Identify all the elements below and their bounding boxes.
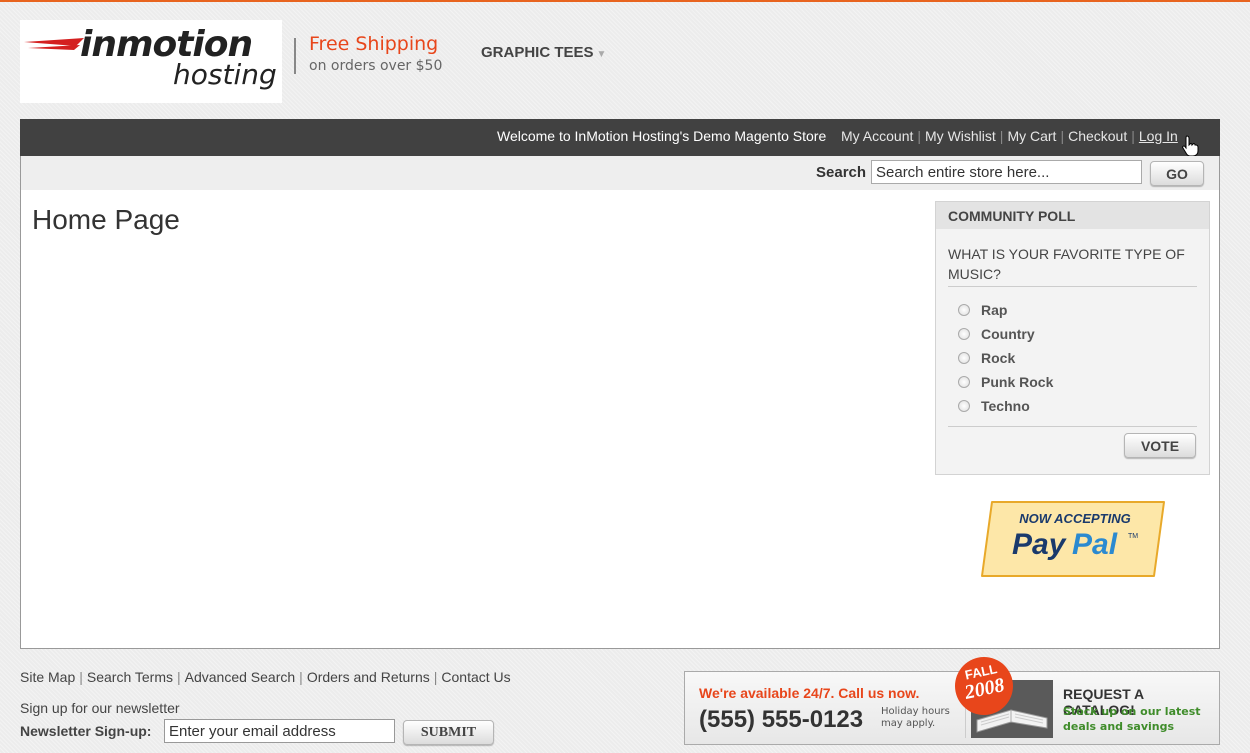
paypal-word-pal: Pal <box>1072 528 1118 561</box>
radio-button[interactable] <box>958 400 970 412</box>
phone-number: (555) 555-0123 <box>699 706 864 733</box>
poll-option[interactable]: Punk Rock <box>958 374 1053 398</box>
availability-text: We're available 24/7. Call us now. <box>699 685 920 701</box>
poll-option[interactable]: Rap <box>958 302 1053 326</box>
orders-returns-link[interactable]: Orders and Returns <box>307 669 430 685</box>
vote-button[interactable]: VOTE <box>1124 433 1196 458</box>
hand-cursor-icon <box>1182 135 1199 157</box>
stock-line-2: deals and savings <box>1063 720 1175 733</box>
newsletter-submit-button[interactable]: SUBMIT <box>403 720 494 745</box>
poll-option[interactable]: Rock <box>958 350 1053 374</box>
paypal-tm: TM <box>1128 533 1138 540</box>
poll-option-label: Rock <box>981 350 1016 366</box>
account-links: My Account | My Wishlist | My Cart | Checkout |… <box>841 128 1178 144</box>
stock-up-text: Stock up on our latest deals and savings <box>1063 704 1201 734</box>
radio-button[interactable] <box>958 328 970 340</box>
divider <box>948 426 1197 427</box>
site-map-link[interactable]: Site Map <box>20 669 75 685</box>
my-wishlist-link[interactable]: My Wishlist <box>925 128 996 144</box>
newsletter-title: Sign up for our newsletter <box>20 700 180 716</box>
poll-heading: COMMUNITY POLL <box>936 202 1209 229</box>
community-poll: COMMUNITY POLL WHAT IS YOUR FAVORITE TYP… <box>935 201 1210 475</box>
nav-graphic-tees-label: GRAPHIC TEES <box>481 44 594 61</box>
account-bar: Welcome to InMotion Hosting's Demo Magen… <box>20 119 1220 156</box>
login-link[interactable]: Log In <box>1139 128 1178 144</box>
newsletter-email-input[interactable] <box>164 719 395 743</box>
paypal-now-accepting: NOW ACCEPTING <box>1019 511 1130 526</box>
footer-links: Site Map | Search Terms | Advanced Search | Or… <box>20 669 511 685</box>
logo-word-hosting: hosting <box>173 58 277 91</box>
holiday-line-1: Holiday hours <box>881 706 950 717</box>
free-shipping-subtitle: on orders over $50 <box>309 58 443 74</box>
my-account-link[interactable]: My Account <box>841 128 913 144</box>
poll-question: WHAT IS YOUR FAVORITE TYPE OF MUSIC? <box>948 246 1185 282</box>
poll-option-label: Country <box>981 326 1035 342</box>
header: inmotion hosting Free Shipping on orders… <box>20 20 1220 104</box>
search-label: Search <box>816 164 867 181</box>
free-shipping-title: Free Shipping <box>309 33 439 55</box>
paypal-word-pay: Pay <box>1012 528 1067 561</box>
holiday-hours-note: Holiday hours may apply. <box>881 706 950 730</box>
my-cart-link[interactable]: My Cart <box>1007 128 1056 144</box>
holiday-line-2: may apply. <box>881 718 936 729</box>
stock-line-1: Stock up on our latest <box>1063 705 1201 718</box>
divider <box>294 38 296 74</box>
radio-button[interactable] <box>958 352 970 364</box>
newsletter-label: Newsletter Sign-up: <box>20 723 152 739</box>
poll-option-label: Rap <box>981 302 1008 318</box>
search-go-button[interactable]: GO <box>1150 161 1204 186</box>
advanced-search-link[interactable]: Advanced Search <box>185 669 296 685</box>
checkout-link[interactable]: Checkout <box>1068 128 1127 144</box>
welcome-message: Welcome to InMotion Hosting's Demo Magen… <box>497 128 827 144</box>
poll-option[interactable]: Techno <box>958 398 1053 422</box>
poll-option-label: Techno <box>981 398 1030 414</box>
divider <box>948 286 1197 287</box>
radio-button[interactable] <box>958 376 970 388</box>
inmotion-logo[interactable]: inmotion hosting <box>20 20 282 103</box>
swoosh-icon <box>24 38 84 50</box>
search-terms-link[interactable]: Search Terms <box>87 669 173 685</box>
main-content: Home Page COMMUNITY POLL WHAT IS YOUR FA… <box>20 190 1220 649</box>
nav-graphic-tees[interactable]: GRAPHIC TEES ▼ <box>481 44 606 61</box>
poll-option[interactable]: Country <box>958 326 1053 350</box>
paypal-badge[interactable]: NOW ACCEPTING Pay Pal TM <box>978 500 1168 578</box>
contact-us-link[interactable]: Contact Us <box>441 669 510 685</box>
radio-button[interactable] <box>958 304 970 316</box>
catalog-promo-banner[interactable]: We're available 24/7. Call us now. (555)… <box>684 671 1220 745</box>
search-bar: Search GO <box>20 156 1220 190</box>
chevron-down-icon: ▼ <box>596 49 607 60</box>
poll-option-label: Punk Rock <box>981 374 1054 390</box>
poll-options: Rap Country Rock Punk Rock Techno <box>958 302 1053 422</box>
search-input[interactable] <box>871 160 1142 184</box>
page-title: Home Page <box>32 204 180 235</box>
